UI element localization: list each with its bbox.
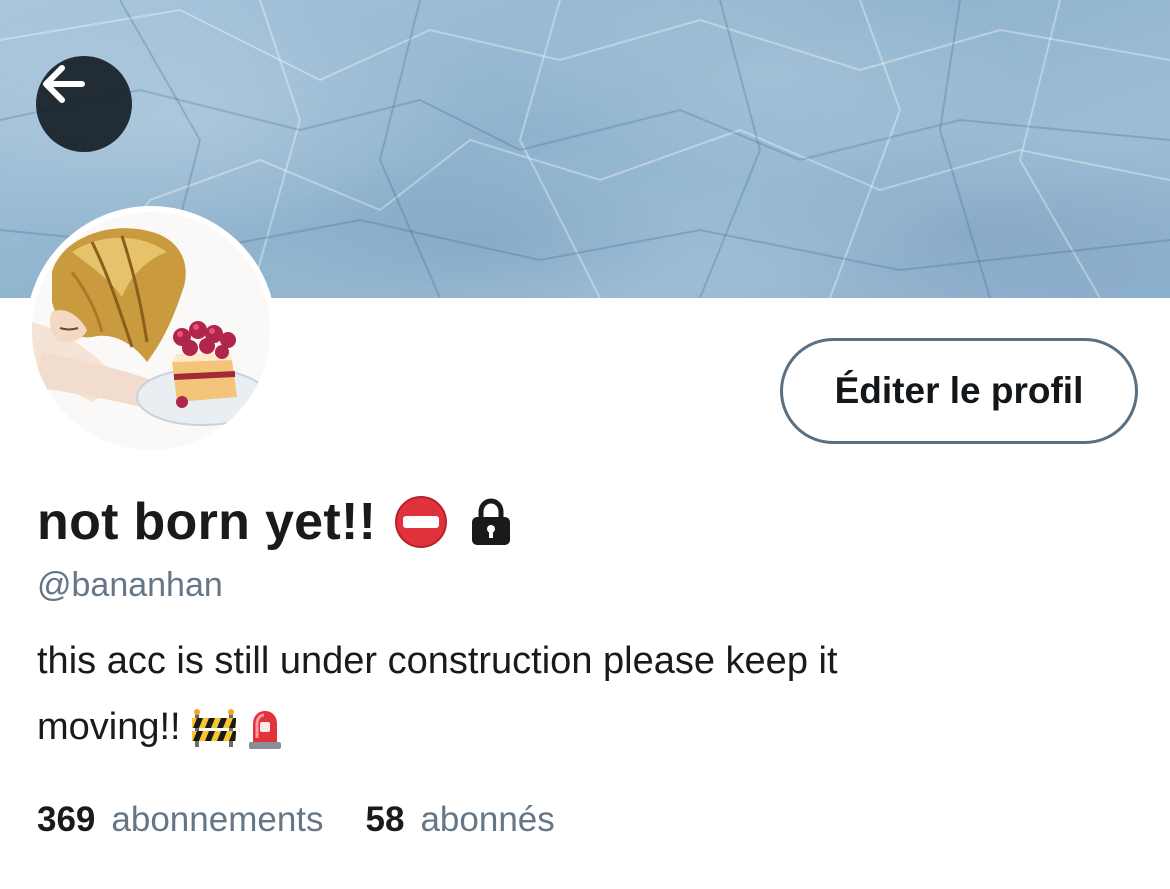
profile-bio: this acc is still under construction ple…: [37, 628, 1037, 760]
following-label: abonnements: [111, 800, 324, 839]
profile-name-row: not born yet!!: [37, 492, 516, 552]
followers-stat[interactable]: 58 abonnés: [366, 800, 555, 840]
avatar-illustration: [32, 212, 270, 450]
user-handle: @bananhan: [37, 566, 223, 604]
edit-profile-button[interactable]: Éditer le profil: [780, 338, 1138, 444]
arrow-left-icon: [43, 65, 85, 103]
construction-barrier-icon: [191, 708, 236, 747]
following-stat[interactable]: 369 abonnements: [37, 800, 324, 840]
lock-icon: [472, 498, 511, 545]
bio-line-1: this acc is still under construction ple…: [37, 640, 838, 682]
police-light-icon: [248, 710, 281, 749]
following-count: 369: [37, 800, 96, 839]
no-entry-icon: [395, 496, 448, 548]
back-button[interactable]: [36, 56, 132, 152]
bio-line-2: moving!!: [37, 694, 1037, 760]
followers-count: 58: [365, 800, 405, 839]
followers-label: abonnés: [420, 800, 555, 839]
avatar-frame[interactable]: [26, 206, 276, 456]
display-name: not born yet!!: [37, 493, 377, 551]
avatar[interactable]: [32, 212, 270, 450]
profile-stats: 369 abonnements 58 abonnés: [37, 800, 597, 840]
bio-line-2-text: moving!!: [37, 706, 181, 748]
